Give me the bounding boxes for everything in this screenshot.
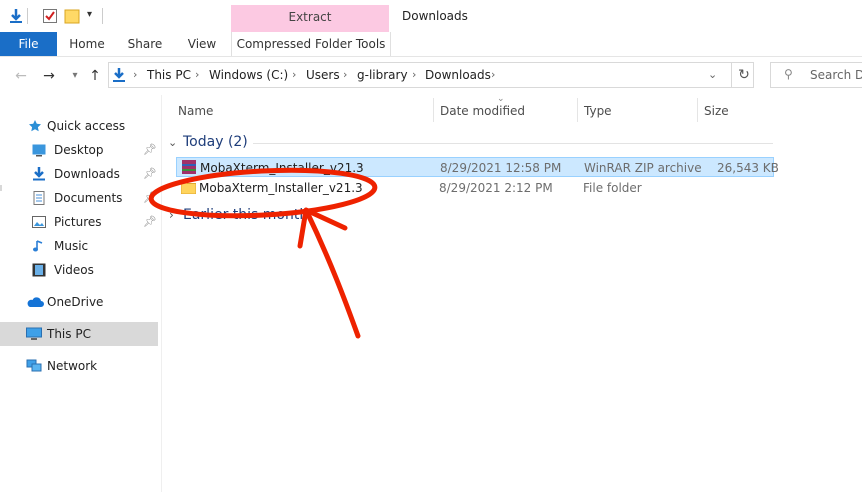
customize-toolbar-dropdown-icon[interactable]: ▾ [87,9,92,20]
nav-label: Music [54,239,89,253]
column-divider[interactable] [433,98,434,122]
properties-checkmark-icon[interactable] [42,8,58,24]
cloud-icon [27,297,44,307]
group-collapse-chevron-icon[interactable]: ⌄ [168,136,177,149]
address-history-dropdown-icon[interactable]: ⌄ [708,68,717,81]
group-header-earlier-this-month[interactable]: Earlier this month [183,207,308,223]
group-expand-chevron-icon[interactable]: › [169,208,174,222]
forward-arrow-icon[interactable]: → [40,67,58,85]
breadcrumb-separator-icon[interactable]: › [343,68,347,81]
file-row[interactable]: MobaXterm_Installer_v21.3 8/29/2021 12:5… [176,157,779,177]
tab-view[interactable]: View [177,32,227,56]
pin-icon[interactable]: 📌︎ [143,138,157,162]
pictures-icon [32,216,46,228]
pin-icon[interactable]: 📌︎ [143,210,157,234]
nav-item-documents[interactable]: Documents 📌︎ [0,186,158,210]
breadcrumb-windows-c[interactable]: Windows (C:) [209,68,288,82]
nav-item-desktop[interactable]: Desktop 📌︎ [0,138,158,162]
folder-icon [181,181,196,194]
download-icon [33,167,45,181]
new-folder-icon[interactable] [64,8,80,24]
back-arrow-icon[interactable]: ← [12,67,30,85]
contextual-group-label: Extract [288,10,332,24]
nav-label: Downloads [54,167,120,181]
tab-compressed-folder-tools[interactable]: Compressed Folder Tools [231,32,391,56]
nav-label: Pictures [54,215,102,229]
window-title: Downloads [402,9,468,23]
nav-label: This PC [47,327,91,341]
group-header-today[interactable]: Today (2) [183,134,248,150]
toolbar-divider [27,8,28,24]
sort-chevron-icon: ⌄ [497,94,505,104]
breadcrumb-separator-icon[interactable]: › [292,68,296,81]
file-date: 8/29/2021 2:12 PM [439,181,553,195]
file-row[interactable]: MobaXterm_Installer_v21.3 8/29/2021 2:12… [176,178,774,198]
nav-item-quick-access[interactable]: Quick access [0,114,158,138]
star-icon [29,120,41,132]
pin-icon[interactable]: 📌︎ [143,186,157,210]
file-tab[interactable]: File [0,32,57,56]
tab-share[interactable]: Share [120,32,170,56]
column-header-type[interactable]: Type [584,104,612,118]
nav-item-onedrive[interactable]: OneDrive [0,290,158,314]
search-icon: ⚲ [784,67,793,81]
videos-icon [32,263,46,277]
nav-label: Network [47,359,98,373]
winrar-archive-icon [182,160,196,174]
nav-item-videos[interactable]: Videos [0,258,158,282]
nav-label: Desktop [54,143,104,157]
computer-icon [26,327,42,340]
refresh-icon[interactable]: ↻ [731,62,756,88]
nav-edge-mark [0,185,2,191]
download-arrow-icon[interactable] [8,8,24,24]
column-divider[interactable] [697,98,698,122]
group-divider [253,143,773,144]
breadcrumb-users[interactable]: Users [306,68,340,82]
file-name: MobaXterm_Installer_v21.3 [200,161,364,175]
breadcrumb-downloads[interactable]: Downloads [425,68,491,82]
file-type: WinRAR ZIP archive [584,161,702,175]
breadcrumb-separator-icon[interactable]: › [491,68,495,81]
file-size: 26,543 KB [717,161,779,175]
search-placeholder[interactable]: Search Do [810,68,862,82]
file-date: 8/29/2021 12:58 PM [440,161,562,175]
documents-icon [33,191,45,205]
nav-label: Quick access [47,119,126,133]
up-arrow-icon[interactable]: ↑ [86,67,104,85]
breadcrumb-this-pc[interactable]: This PC [147,68,191,82]
nav-item-this-pc[interactable]: This PC [0,322,158,346]
nav-item-music[interactable]: Music [0,234,158,258]
download-folder-icon [113,68,125,82]
column-header-name[interactable]: Name [178,104,213,118]
file-type: File folder [583,181,642,195]
breadcrumb-separator-icon[interactable]: › [412,68,416,81]
nav-label: OneDrive [47,295,104,309]
nav-item-downloads[interactable]: Downloads 📌︎ [0,162,158,186]
desktop-icon [32,144,46,157]
breadcrumb-separator-icon[interactable]: › [195,68,199,81]
nav-label: Videos [54,263,94,277]
column-divider[interactable] [577,98,578,122]
column-header-size[interactable]: Size [704,104,729,118]
toolbar-divider [102,8,103,24]
breadcrumb-separator-icon[interactable]: › [133,68,137,81]
recent-locations-chevron-icon[interactable]: ▾ [66,67,84,85]
tab-home[interactable]: Home [62,32,112,56]
column-header-date-modified[interactable]: Date modified [440,104,525,118]
file-name: MobaXterm_Installer_v21.3 [199,181,363,195]
network-icon [26,359,42,372]
nav-item-pictures[interactable]: Pictures 📌︎ [0,210,158,234]
nav-item-network[interactable]: Network [0,354,158,378]
breadcrumb-g-library[interactable]: g-library [357,68,408,82]
music-icon [33,240,43,252]
nav-label: Documents [54,191,123,205]
annotation-arrow-shaft [304,209,361,339]
pin-icon[interactable]: 📌︎ [143,162,157,186]
